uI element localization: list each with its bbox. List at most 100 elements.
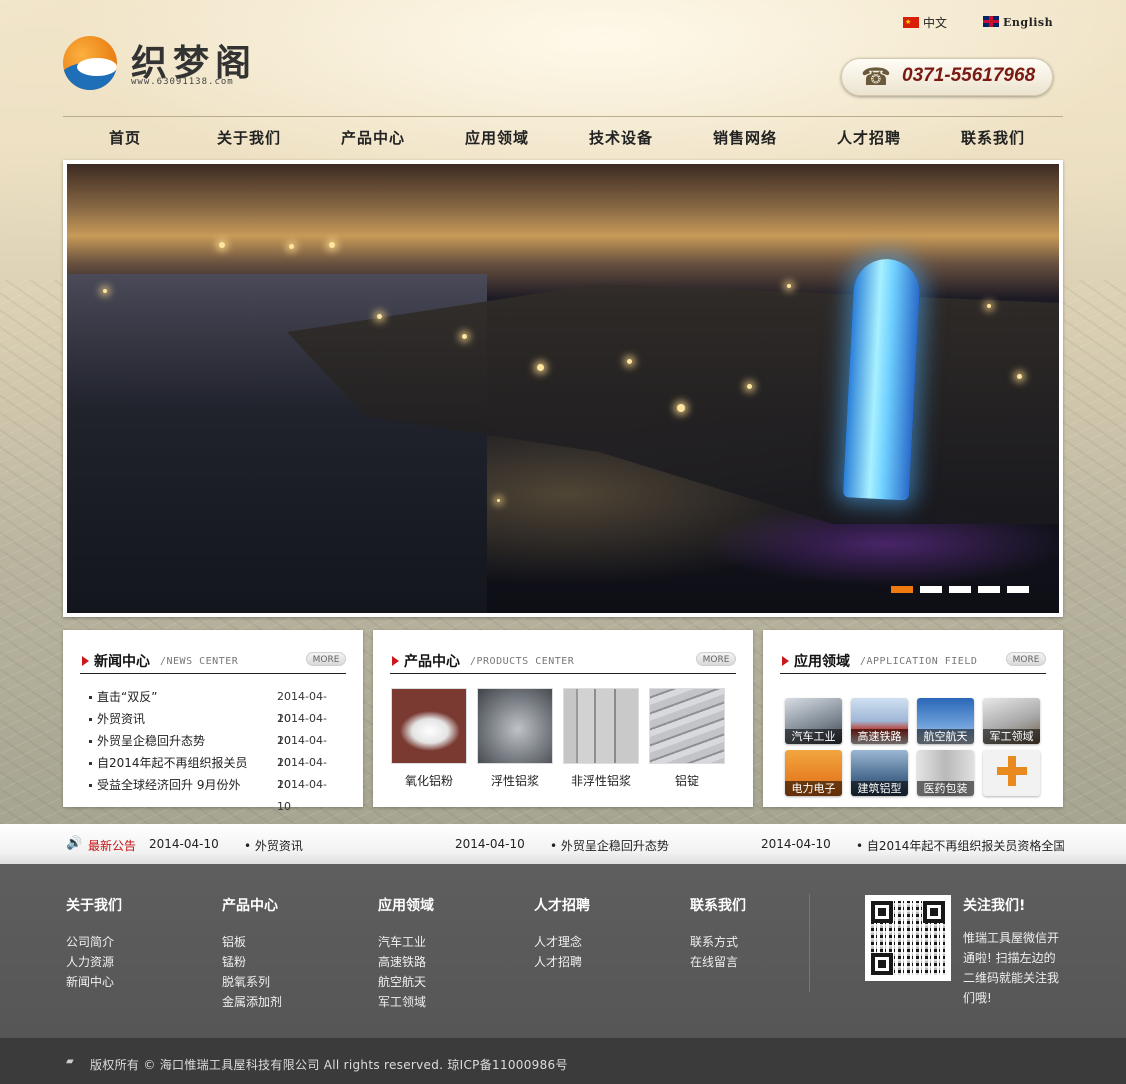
banner-light (462, 334, 467, 339)
banner-image[interactable] (67, 164, 1059, 613)
applications-panel-header: 应用领域 /APPLICATION FIELD MORE (780, 650, 1046, 674)
application-item-electronics[interactable]: 电力电子 (785, 750, 842, 796)
footer-link[interactable]: 人才理念 (534, 932, 590, 952)
notice-item[interactable]: • 外贸呈企稳回升态势 (550, 837, 669, 854)
banner-light (537, 364, 544, 371)
list-item[interactable]: 自2014年起不再组织报关员 2014-04-10 (89, 752, 339, 791)
product-name: 氧化铝粉 (404, 774, 453, 788)
china-flag-icon (903, 14, 919, 30)
banner-light (377, 314, 382, 319)
nav-item-about[interactable]: 关于我们 (187, 117, 311, 160)
uk-flag-icon (983, 16, 999, 27)
arrow-right-icon (82, 656, 89, 666)
application-label: 医药包装 (917, 781, 974, 796)
footer-link[interactable]: 航空航天 (378, 972, 434, 992)
product-name: 浮性铝浆 (490, 774, 539, 788)
application-item-automotive[interactable]: 汽车工业 (785, 698, 842, 744)
application-grid: 汽车工业 高速铁路 航空航天 军工领域 电力电子 建筑铝型 医药包装 (785, 698, 1045, 796)
footer-link[interactable]: 金属添加剂 (222, 992, 282, 1012)
footer-link[interactable]: 铝板 (222, 932, 282, 952)
footer-link[interactable]: 新闻中心 (66, 972, 122, 992)
footer-link[interactable]: 联系方式 (690, 932, 746, 952)
products-panel: 产品中心 /PRODUCTS CENTER MORE 氧化铝粉 浮性铝浆 非浮性… (373, 630, 753, 807)
product-item-alumina[interactable]: 氧化铝粉 (391, 688, 467, 798)
notice-date: 2014-04-10 (455, 837, 525, 851)
applications-panel-subtitle: /APPLICATION FIELD (860, 656, 978, 667)
notice-item[interactable]: • 自2014年起不再组织报关员资格全国统一考试 (856, 837, 1064, 854)
footer-heading[interactable]: 应用领域 (378, 895, 434, 915)
list-item[interactable]: 外贸资讯 2014-04-10 (89, 708, 339, 747)
banner-light-tunnel (842, 257, 922, 501)
list-item[interactable]: 受益全球经济回升 9月份外 2014-04-10 (89, 774, 339, 813)
applications-panel-title: 应用领域 (794, 654, 850, 670)
nav-item-technology[interactable]: 技术设备 (559, 117, 683, 160)
lang-english-link[interactable]: English (983, 15, 1053, 31)
application-item-aerospace[interactable]: 航空航天 (917, 698, 974, 744)
product-item-leafing-paste[interactable]: 浮性铝浆 (477, 688, 553, 798)
phone-box: ☎ 0371-55617968 (841, 58, 1053, 96)
application-item-pharma[interactable]: 医药包装 (917, 750, 974, 796)
banner-dot[interactable] (1007, 586, 1029, 593)
nav-item-careers[interactable]: 人才招聘 (807, 117, 931, 160)
qr-code-icon (871, 901, 945, 975)
news-panel-header: 新闻中心 /NEWS CENTER MORE (80, 650, 346, 674)
banner-light (747, 384, 752, 389)
banner-dot[interactable] (949, 586, 971, 593)
footer-link[interactable]: 高速铁路 (378, 952, 434, 972)
application-item-construction[interactable]: 建筑铝型 (851, 750, 908, 796)
main-nav: 首页 关于我们 产品中心 应用领域 技术设备 销售网络 人才招聘 联系我们 (63, 116, 1063, 160)
application-more-tile[interactable] (983, 750, 1040, 796)
footer-heading[interactable]: 产品中心 (222, 895, 282, 915)
footer-link[interactable]: 公司简介 (66, 932, 122, 952)
footer-link[interactable]: 人力资源 (66, 952, 122, 972)
news-title: 直击“双反” (97, 690, 158, 704)
application-label: 建筑铝型 (851, 781, 908, 796)
products-more-button[interactable]: MORE (696, 652, 736, 666)
nav-item-products[interactable]: 产品中心 (311, 117, 435, 160)
nav-item-applications[interactable]: 应用领域 (435, 117, 559, 160)
product-name: 铝锭 (674, 774, 699, 788)
notice-item[interactable]: • 外贸资讯 (244, 837, 303, 854)
product-item-ingot[interactable]: 铝锭 (649, 688, 725, 798)
applications-more-button[interactable]: MORE (1006, 652, 1046, 666)
nav-item-contact[interactable]: 联系我们 (931, 117, 1055, 160)
banner-dot[interactable] (920, 586, 942, 593)
plus-icon (997, 756, 1027, 786)
news-more-button[interactable]: MORE (306, 652, 346, 666)
footer-column-about: 关于我们 公司简介 人力资源 新闻中心 (66, 895, 122, 992)
footer-heading[interactable]: 关于我们 (66, 895, 122, 915)
footer-link[interactable]: 锰粉 (222, 952, 282, 972)
footer-heading[interactable]: 联系我们 (690, 895, 746, 915)
footer-link[interactable]: 在线留言 (690, 952, 746, 972)
nav-item-sales[interactable]: 销售网络 (683, 117, 807, 160)
application-label: 汽车工业 (785, 729, 842, 744)
product-item-nonleafing-paste[interactable]: 非浮性铝浆 (563, 688, 639, 798)
banner-light (987, 304, 991, 308)
news-title: 外贸资讯 (97, 712, 146, 726)
products-panel-title: 产品中心 (404, 654, 460, 670)
products-panel-subtitle: /PRODUCTS CENTER (470, 656, 575, 667)
products-panel-header: 产品中心 /PRODUCTS CENTER MORE (390, 650, 736, 674)
applications-panel: 应用领域 /APPLICATION FIELD MORE 汽车工业 高速铁路 航… (763, 630, 1063, 807)
footer-link[interactable]: 脱氧系列 (222, 972, 282, 992)
banner-dot[interactable] (978, 586, 1000, 593)
list-item[interactable]: 外贸呈企稳回升态势 2014-04-10 (89, 730, 339, 769)
nav-item-home[interactable]: 首页 (63, 117, 187, 160)
list-item[interactable]: 直击“双反” 2014-04-10 (89, 686, 339, 725)
footer-link[interactable]: 汽车工业 (378, 932, 434, 952)
footer-link[interactable]: 军工领域 (378, 992, 434, 1012)
logo-mark-icon (63, 36, 117, 90)
banner-dot[interactable] (891, 586, 913, 593)
application-item-military[interactable]: 军工领域 (983, 698, 1040, 744)
footer-heading[interactable]: 人才招聘 (534, 895, 590, 915)
lang-chinese-link[interactable]: 中文 (903, 14, 947, 31)
news-date: 2014-04-10 (277, 778, 327, 813)
footer-link[interactable]: 人才招聘 (534, 952, 590, 972)
site-logo[interactable]: 织梦阁 www.63091138.com (63, 34, 283, 94)
banner-pagination (891, 586, 1029, 593)
application-item-railway[interactable]: 高速铁路 (851, 698, 908, 744)
news-title: 受益全球经济回升 9月份外 (97, 778, 241, 792)
copyright-bar: ▰ 版权所有 © 海口惟瑞工具屋科技有限公司 All rights reserv… (0, 1038, 1126, 1084)
banner-light (677, 404, 685, 412)
footer-column-products: 产品中心 铝板 锰粉 脱氧系列 金属添加剂 (222, 895, 282, 1012)
